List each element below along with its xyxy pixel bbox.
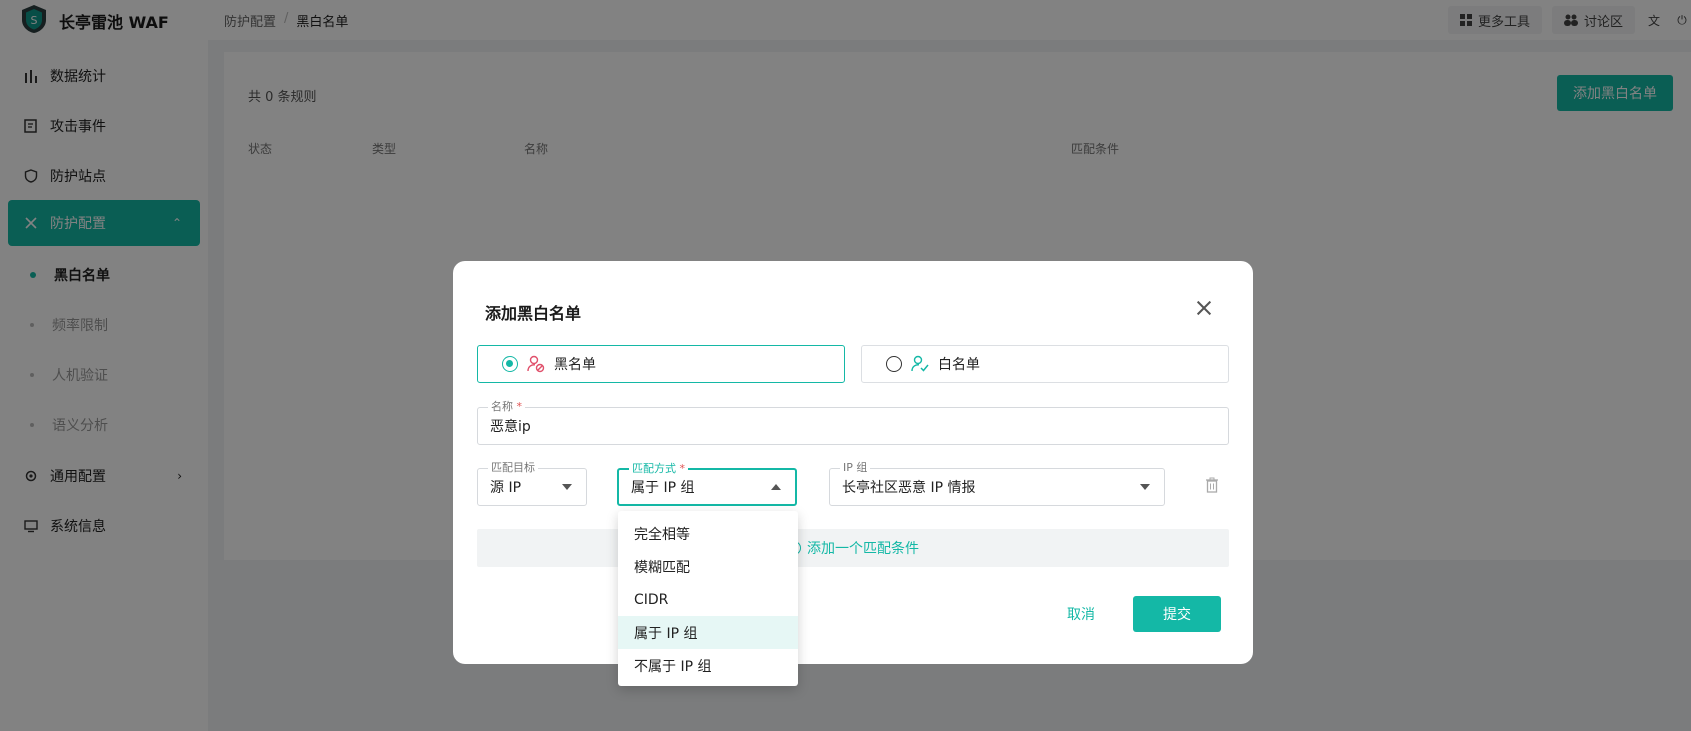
name-field[interactable]: 名称 * 恶意ip	[477, 400, 1229, 445]
blacklist-label: 黑名单	[554, 357, 596, 373]
option-in-ip-group[interactable]: 属于 IP 组	[618, 616, 798, 649]
match-method-value: 属于 IP 组	[631, 480, 695, 496]
match-target-value: 源 IP	[490, 480, 522, 496]
user-check-icon	[911, 355, 929, 372]
caret-down-icon	[562, 484, 572, 490]
trash-icon[interactable]	[1205, 477, 1219, 493]
add-list-dialog: 添加黑白名单 黑名单 白名单 名称 * 恶意ip 匹配目标 源 IP 匹配方式 …	[453, 261, 1253, 664]
name-field-label: 名称 *	[488, 400, 525, 414]
close-icon[interactable]	[1195, 299, 1213, 317]
name-input[interactable]: 恶意ip	[490, 416, 531, 436]
add-condition-label: 添加一个匹配条件	[807, 541, 919, 557]
whitelist-option[interactable]: 白名单	[861, 345, 1229, 383]
match-method-label: 匹配方式 *	[629, 462, 688, 476]
caret-up-icon	[771, 484, 781, 490]
match-target-select[interactable]: 匹配目标 源 IP	[477, 461, 587, 506]
ip-group-value: 长亭社区恶意 IP 情报	[842, 480, 976, 496]
radio-button-unchecked[interactable]	[886, 356, 902, 372]
dialog-title: 添加黑白名单	[485, 304, 582, 323]
ip-group-select[interactable]: IP 组 长亭社区恶意 IP 情报	[829, 461, 1165, 506]
user-block-icon	[527, 355, 545, 373]
option-not-in-ip-group[interactable]: 不属于 IP 组	[618, 649, 798, 682]
option-fuzzy[interactable]: 模糊匹配	[618, 550, 798, 583]
submit-button[interactable]: 提交	[1133, 596, 1221, 632]
radio-button-checked[interactable]	[502, 356, 518, 372]
cancel-button[interactable]: 取消	[1050, 596, 1112, 632]
whitelist-label: 白名单	[938, 357, 980, 373]
ip-group-label: IP 组	[840, 461, 871, 475]
caret-down-icon	[1140, 484, 1150, 490]
blacklist-option[interactable]: 黑名单	[477, 345, 845, 383]
match-method-select[interactable]: 匹配方式 * 属于 IP 组	[617, 462, 797, 506]
add-condition-button[interactable]: 添加一个匹配条件	[477, 529, 1229, 567]
match-target-label: 匹配目标	[488, 461, 538, 475]
match-method-dropdown: 完全相等 模糊匹配 CIDR 属于 IP 组 不属于 IP 组	[618, 511, 798, 686]
option-exact[interactable]: 完全相等	[618, 517, 798, 550]
option-cidr[interactable]: CIDR	[618, 583, 798, 616]
